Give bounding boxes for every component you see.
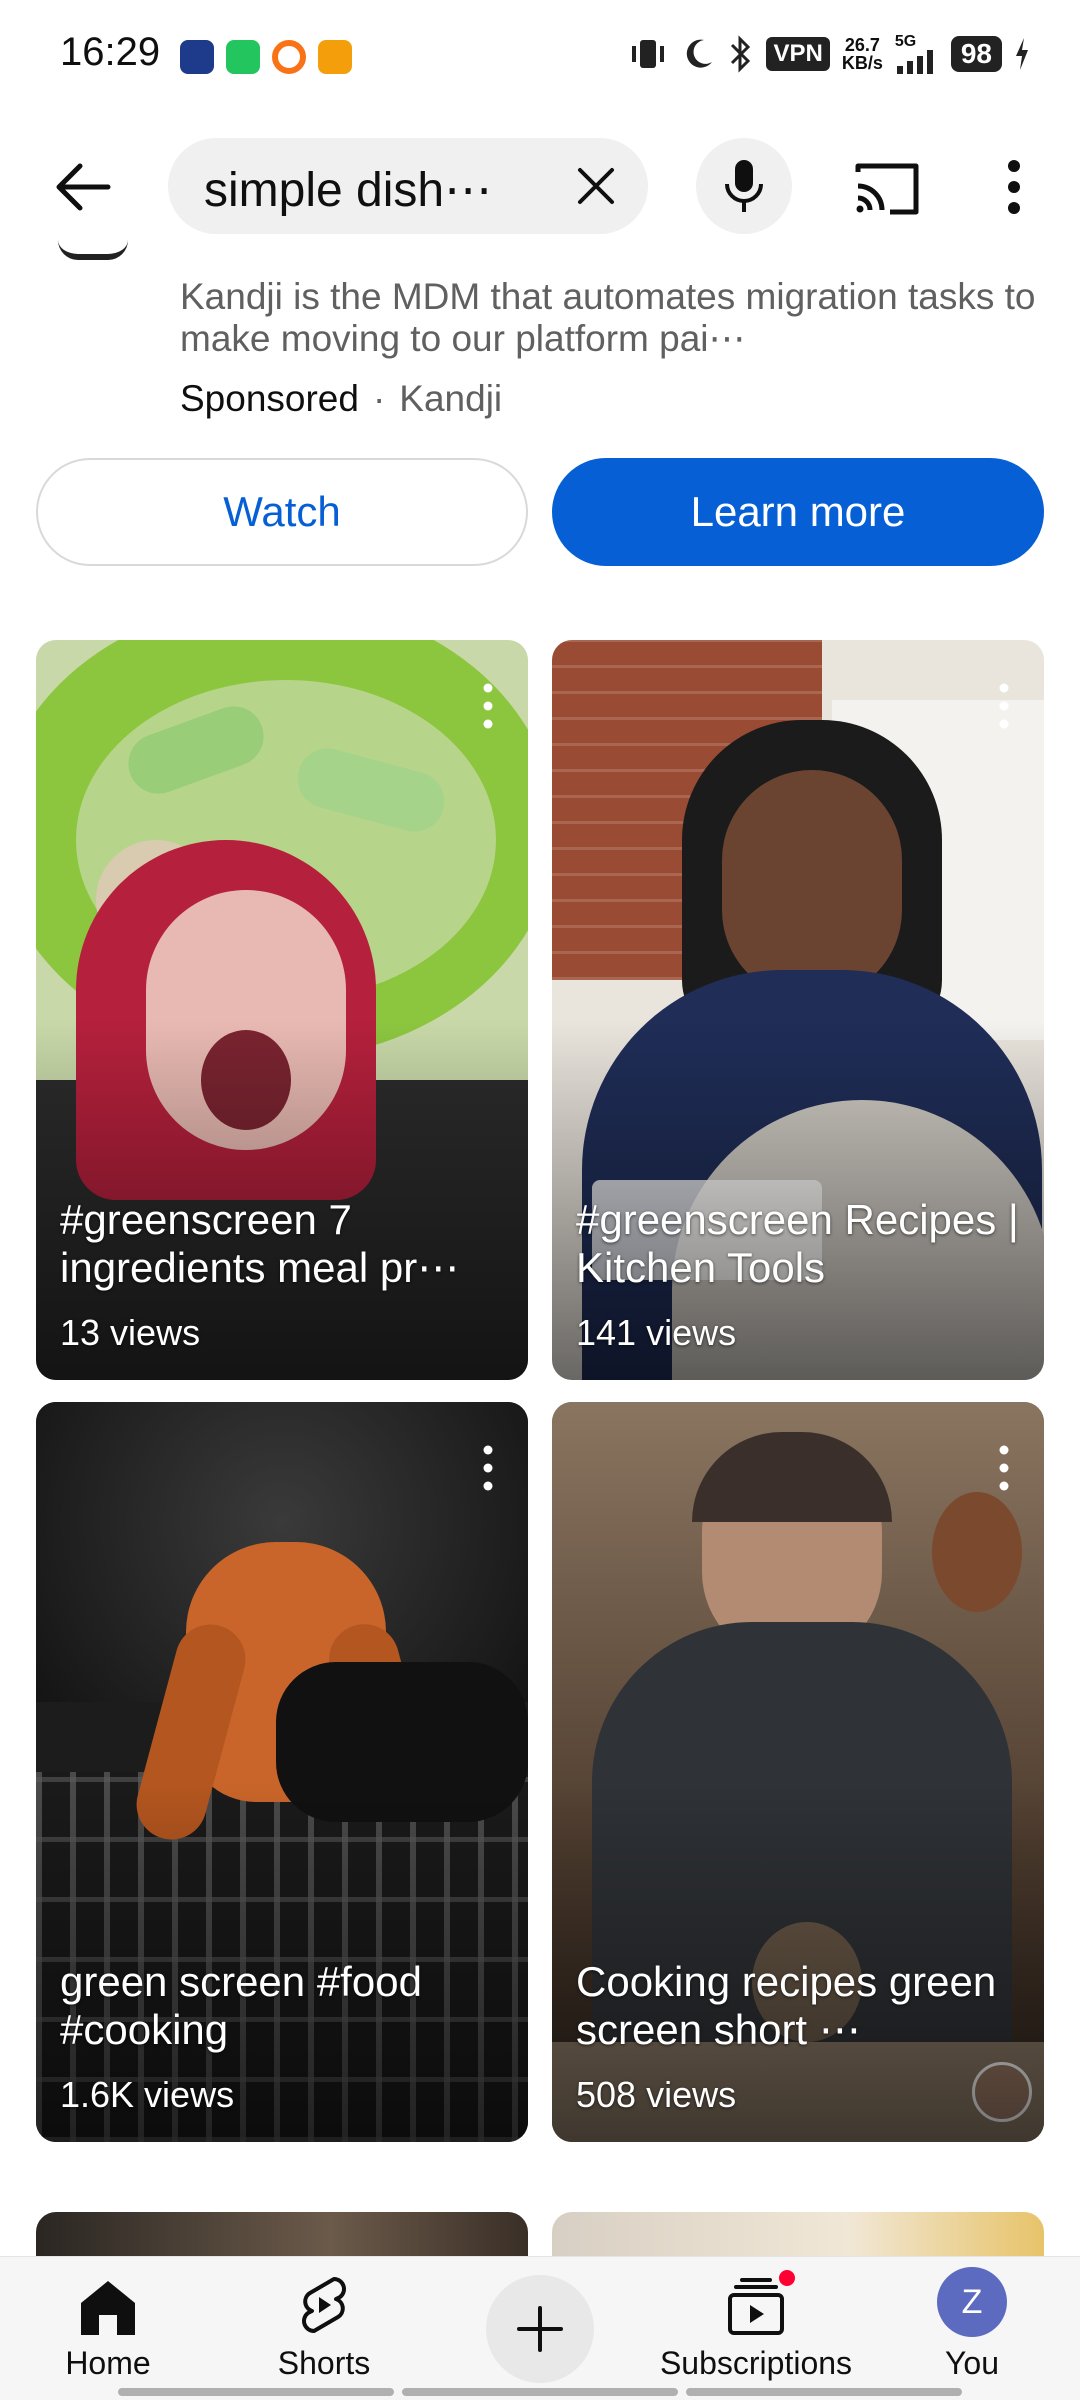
net-speed: 26.7 KB/s xyxy=(841,35,883,73)
charging-icon xyxy=(1016,38,1028,70)
more-vert-icon xyxy=(483,683,493,729)
plus-icon xyxy=(517,2306,563,2352)
microphone-icon xyxy=(725,160,763,212)
more-options-button[interactable] xyxy=(990,152,1038,222)
ad-meta: Sponsored · Kandji xyxy=(180,378,502,420)
cast-button[interactable] xyxy=(852,158,922,218)
learn-more-button[interactable]: Learn more xyxy=(552,458,1044,566)
moon-icon xyxy=(687,39,713,68)
signal-indicator: 5G xyxy=(895,34,939,74)
nav-subscriptions[interactable]: Subscriptions xyxy=(656,2257,856,2400)
close-icon xyxy=(578,168,614,204)
short-card[interactable]: green screen #food #cooking 1.6K views xyxy=(36,1402,528,2142)
back-button[interactable] xyxy=(48,152,118,222)
status-icons: VPN 26.7 KB/s 5G 98 xyxy=(628,34,1030,74)
short-card[interactable]: #greenscreen 7 ingredients meal pr⋯ 13 v… xyxy=(36,640,528,1380)
more-vert-icon xyxy=(483,1445,493,1491)
search-input[interactable]: simple dish⋯ xyxy=(168,138,648,234)
short-title: #greenscreen 7 ingredients meal pr⋯ xyxy=(60,1196,460,1291)
short-menu-button[interactable] xyxy=(994,1438,1014,1498)
bluetooth-icon xyxy=(731,35,751,73)
signal-icon xyxy=(896,50,933,74)
arrow-left-icon xyxy=(56,163,111,211)
vpn-badge: VPN xyxy=(766,37,830,71)
vibrate-icon xyxy=(632,40,665,68)
short-menu-button[interactable] xyxy=(478,676,498,736)
cast-icon xyxy=(855,163,919,215)
nav-home[interactable]: Home xyxy=(40,2257,176,2400)
meta-separator: · xyxy=(372,378,386,419)
status-bar: 16:29 VPN 26.7 KB/s 5G 98 xyxy=(0,0,1080,110)
short-card[interactable]: Cooking recipes green screen short ⋯ 508… xyxy=(552,1402,1044,2142)
notification-app-icon xyxy=(318,40,352,74)
short-views: 141 views xyxy=(576,1312,737,1353)
nav-you-label: You xyxy=(945,2345,999,2381)
short-views: 508 views xyxy=(576,2074,737,2115)
advertiser-name[interactable]: Kandji xyxy=(399,378,502,420)
avatar: Z xyxy=(937,2267,1007,2337)
search-header: simple dish⋯ xyxy=(0,130,1080,240)
short-card[interactable]: #greenscreen Recipes | Kitchen Tools 141… xyxy=(552,640,1044,1380)
notification-app-icon xyxy=(226,40,260,74)
short-menu-button[interactable] xyxy=(994,676,1014,736)
network-type: 5G xyxy=(894,33,917,50)
clear-search-button[interactable] xyxy=(572,162,620,210)
advertiser-avatar[interactable] xyxy=(58,240,128,260)
create-button[interactable] xyxy=(486,2275,594,2383)
short-views: 1.6K views xyxy=(60,2074,235,2115)
subscriptions-icon xyxy=(728,2278,784,2335)
home-icon xyxy=(81,2281,135,2335)
notification-dot xyxy=(776,2267,798,2289)
short-title: #greenscreen Recipes | Kitchen Tools xyxy=(576,1196,1019,1291)
voice-search-button[interactable] xyxy=(696,138,792,234)
nav-shorts[interactable]: Shorts xyxy=(256,2257,392,2400)
more-vert-icon xyxy=(999,683,1009,729)
battery-level: 98 xyxy=(950,36,1002,72)
nav-subscriptions-label: Subscriptions xyxy=(659,2345,853,2381)
watch-button[interactable]: Watch xyxy=(36,458,528,566)
nav-you[interactable]: Z You xyxy=(904,2257,1040,2400)
status-time: 16:29 xyxy=(60,30,161,74)
sponsored-label: Sponsored xyxy=(180,378,359,419)
ad-description[interactable]: Kandji is the MDM that automates migrati… xyxy=(180,276,1040,360)
nav-shorts-label: Shorts xyxy=(277,2345,371,2381)
search-query: simple dish⋯ xyxy=(204,164,493,217)
gesture-bar xyxy=(118,2388,962,2396)
more-vert-icon xyxy=(1008,160,1020,214)
more-vert-icon xyxy=(999,1445,1009,1491)
short-views: 13 views xyxy=(60,1312,201,1353)
notification-app-icon xyxy=(272,40,306,74)
short-menu-button[interactable] xyxy=(478,1438,498,1498)
short-title: Cooking recipes green screen short ⋯ xyxy=(576,1958,997,2053)
shorts-icon xyxy=(302,2277,346,2333)
notification-app-icon xyxy=(180,40,214,74)
bottom-navigation: Home Shorts Subscriptions Z You xyxy=(0,2256,1080,2400)
short-title: green screen #food #cooking xyxy=(60,1958,422,2053)
nav-home-label: Home xyxy=(65,2345,151,2381)
